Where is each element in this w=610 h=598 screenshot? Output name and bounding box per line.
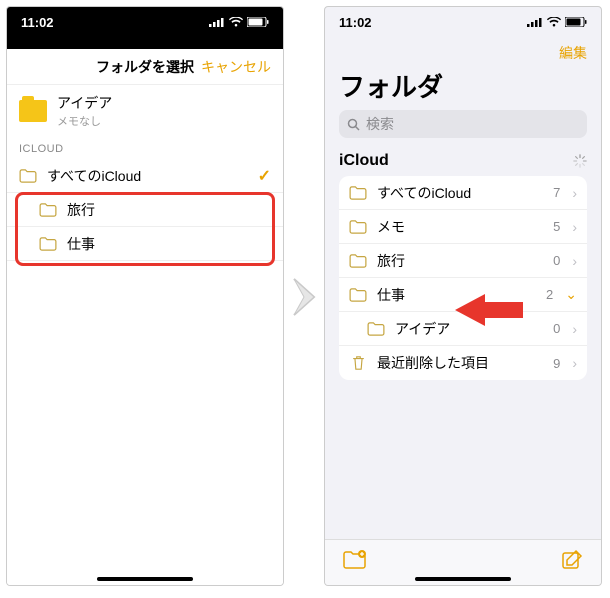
search-placeholder: 検索 — [366, 114, 394, 134]
note-count: 7 — [553, 185, 560, 200]
folder-icon — [349, 220, 367, 234]
folder-icon — [349, 186, 367, 200]
note-icon — [19, 100, 47, 122]
folder-label: メモ — [377, 217, 543, 237]
note-title: アイデア — [57, 93, 112, 113]
folder-icon — [367, 322, 385, 336]
note-count: 0 — [553, 253, 560, 268]
folder-icon — [39, 203, 57, 217]
folder-row-work[interactable]: 仕事 — [7, 227, 283, 261]
chevron-right-icon: › — [572, 185, 577, 201]
transition-arrow-icon — [290, 275, 324, 324]
status-time: 11:02 — [21, 15, 54, 30]
folder-icon — [39, 237, 57, 251]
check-icon: ✓ — [258, 166, 271, 186]
folder-row[interactable]: 仕事 2 ⌄ — [339, 278, 587, 312]
search-input[interactable]: 検索 — [339, 110, 587, 138]
folder-label: すべてのiCloud — [377, 183, 543, 203]
modal-title: フォルダを選択 — [96, 57, 194, 77]
note-count: 9 — [553, 356, 560, 371]
battery-icon — [565, 17, 587, 27]
phone-left: 11:02 フォルダを選択 キャンセル アイデア メモなし ICLOUD すべて… — [6, 6, 284, 586]
folder-row-travel[interactable]: 旅行 — [7, 193, 283, 227]
folder-label: 最近削除した項目 — [377, 353, 543, 373]
folder-label: アイデア — [395, 319, 543, 339]
note-count: 2 — [546, 287, 553, 302]
trash-icon — [349, 355, 367, 371]
chevron-down-icon: ⌄ — [565, 286, 577, 303]
battery-icon — [247, 17, 269, 27]
folder-icon — [349, 254, 367, 268]
status-icons — [209, 17, 269, 27]
signal-icon — [527, 17, 543, 27]
search-icon — [347, 118, 360, 131]
wifi-icon — [229, 17, 243, 27]
chevron-right-icon: › — [572, 219, 577, 235]
page-title: フォルダ — [325, 65, 601, 110]
note-count: 5 — [553, 219, 560, 234]
section-label: ICLOUD — [7, 137, 283, 159]
note-subtitle: メモなし — [57, 113, 112, 129]
cancel-button[interactable]: キャンセル — [201, 57, 271, 77]
folder-label: 仕事 — [377, 285, 536, 305]
folder-row[interactable]: メモ 5 › — [339, 210, 587, 244]
modal-header: フォルダを選択 キャンセル — [7, 49, 283, 85]
folder-icon — [349, 288, 367, 302]
folder-label: 旅行 — [67, 200, 271, 220]
edit-button[interactable]: 編集 — [559, 43, 587, 63]
folder-row[interactable]: アイデア 0 › — [339, 312, 587, 346]
new-folder-button[interactable] — [343, 550, 367, 575]
folder-list: すべてのiCloud 7 › メモ 5 › 旅行 0 › 仕事 2 ⌄ アイデア 0 › 最近削除した項目 9 › — [339, 176, 587, 380]
folder-label: 旅行 — [377, 251, 543, 271]
wifi-icon — [547, 17, 561, 27]
folder-icon — [19, 169, 37, 183]
chevron-right-icon: › — [572, 253, 577, 269]
status-bar: 11:02 — [325, 7, 601, 37]
folder-group: iCloud すべてのiCloud7›メモ5›旅行0›仕事2⌄アイデア0›最近削… — [339, 148, 587, 380]
phone-right: 11:02 編集 フォルダ 検索 iCloud すべてのiCloud 7 › メモ 5 ›… — [324, 6, 602, 586]
nav-header: 編集 — [325, 37, 601, 65]
folder-row[interactable]: 最近削除した項目 9 › — [339, 346, 587, 380]
home-indicator — [97, 577, 193, 581]
signal-icon — [209, 17, 225, 27]
new-note-button[interactable] — [561, 549, 583, 576]
home-indicator — [415, 577, 511, 581]
folder-row[interactable]: 旅行 0 › — [339, 244, 587, 278]
sync-spinner-icon — [573, 154, 587, 168]
folder-row-all-icloud[interactable]: すべてのiCloud ✓ — [7, 159, 283, 193]
chevron-right-icon: › — [572, 355, 577, 371]
folder-label: すべてのiCloud — [47, 166, 258, 186]
status-bar: 11:02 — [7, 7, 283, 37]
move-note-modal: フォルダを選択 キャンセル アイデア メモなし ICLOUD すべてのiClou… — [7, 49, 283, 585]
folder-label: 仕事 — [67, 234, 271, 254]
note-preview: アイデア メモなし — [7, 85, 283, 137]
chevron-right-icon: › — [572, 321, 577, 337]
note-count: 0 — [553, 321, 560, 336]
group-header: iCloud — [339, 148, 587, 176]
status-time: 11:02 — [339, 15, 372, 30]
folder-row[interactable]: すべてのiCloud 7 › — [339, 176, 587, 210]
group-label: iCloud — [339, 152, 389, 170]
status-icons — [527, 17, 587, 27]
